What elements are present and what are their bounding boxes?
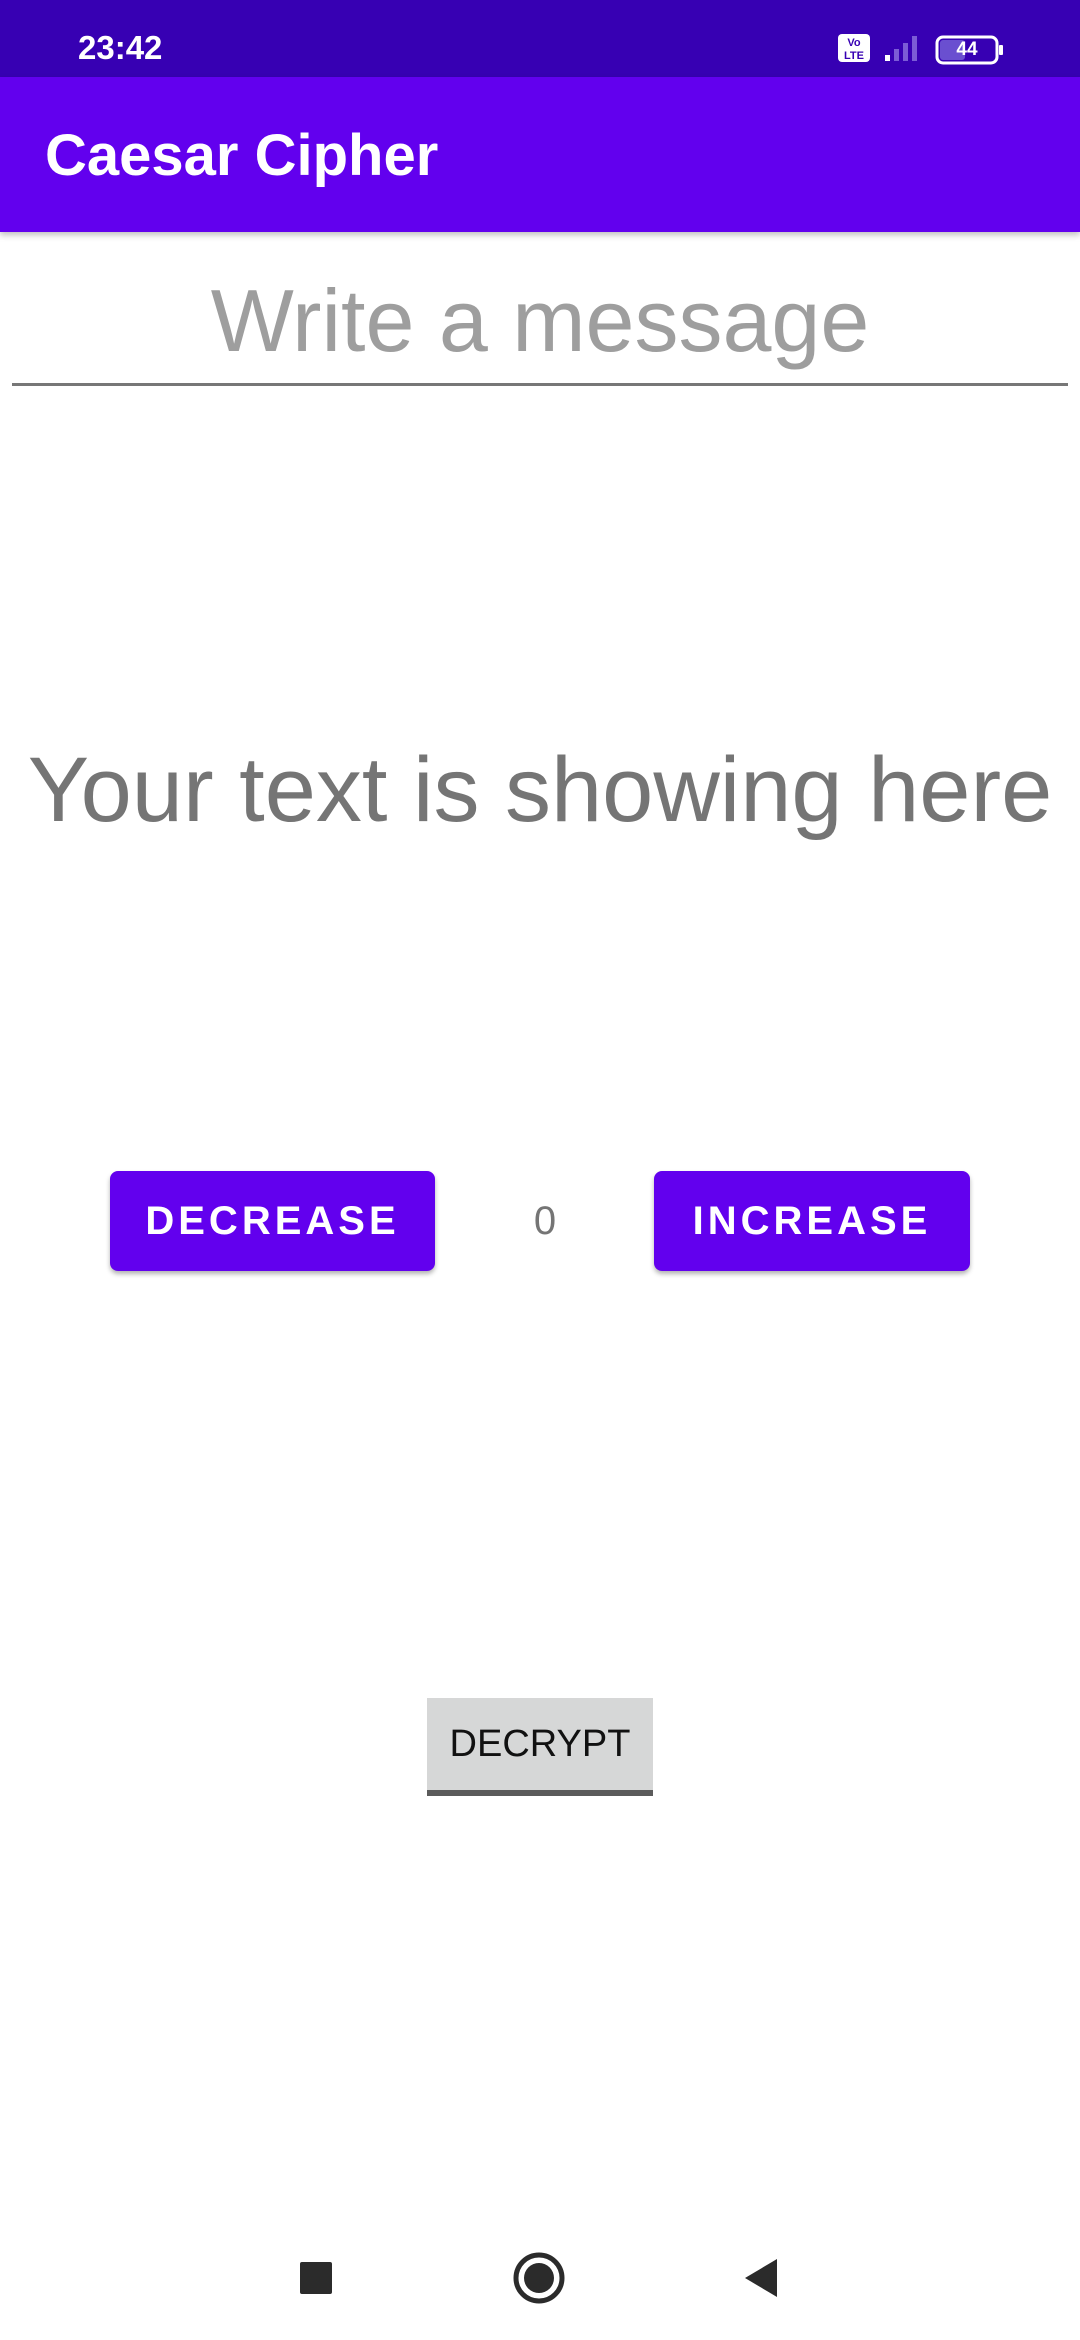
signal-icon [883,33,923,68]
recents-icon [299,2261,333,2300]
message-input[interactable] [12,258,1068,386]
shift-value: 0 [533,1199,557,1243]
decrypt-button[interactable]: DECRYPT [427,1698,653,1796]
increase-button[interactable]: INCREASE [654,1171,970,1271]
battery-level: 44 [956,39,978,60]
status-icons: Vo LTE 44 [837,30,1005,70]
svg-text:LTE: LTE [844,50,864,62]
status-time: 23:42 [78,29,163,66]
battery-icon: 44 [935,35,1005,65]
home-button[interactable] [489,2220,589,2340]
back-button[interactable] [711,2220,811,2340]
navigation-bar [0,2220,1080,2340]
app-title: Caesar Cipher [45,123,439,188]
app-bar: Caesar Cipher [0,77,1080,232]
volte-icon: Vo LTE [837,33,871,68]
decrease-button[interactable]: DECREASE [110,1171,435,1271]
recents-button[interactable] [266,2220,366,2340]
back-icon [741,2257,781,2304]
output-text: Your text is showing here [27,739,1053,841]
status-bar: 23:42 Vo LTE 44 [0,0,1080,77]
home-icon [512,2251,566,2310]
svg-text:Vo: Vo [847,37,861,49]
